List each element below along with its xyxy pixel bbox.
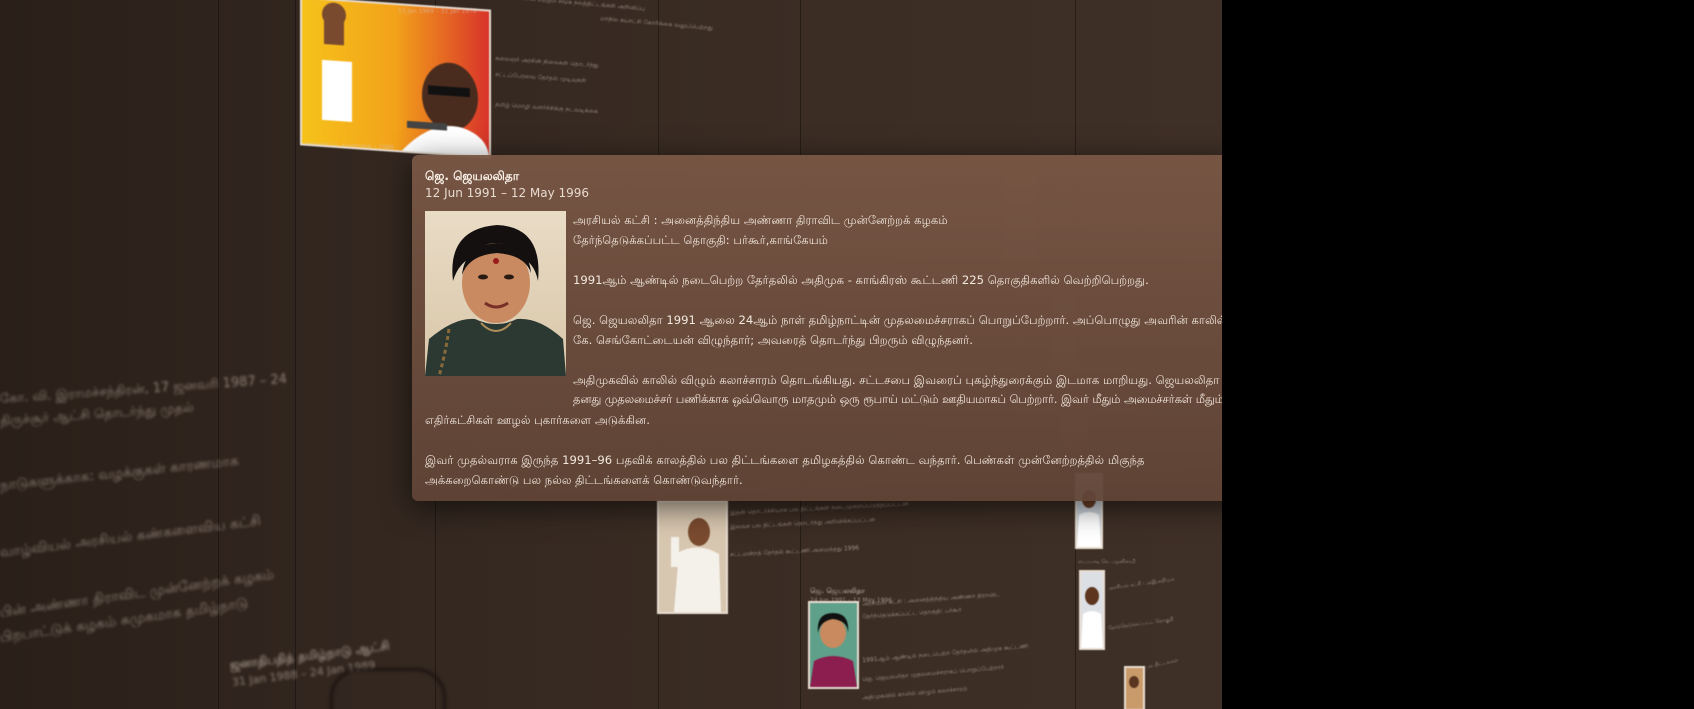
bg-paragraph: கல்வி மற்றும் சமூக நலத்திட்டங்கள் அறிவிப…	[519, 0, 646, 13]
popup-paragraph: அக்கறைகொண்டு பல நல்ல திட்டங்களைக் கொண்டு…	[425, 473, 743, 487]
popup-title: ஜெ. ஜெயலலிதா	[425, 169, 519, 183]
popup-paragraph: தனது முதலமைச்சர் பணிக்காக ஒவ்வொரு மாதமும…	[573, 393, 1222, 406]
popup-paragraph: 1991ஆம் ஆண்டில் நடைபெற்ற தேர்தலில் அதிமு…	[573, 273, 1149, 287]
bg-paragraph: வாழ்வியல் அரசியல் கண்களைவிய கட்சி	[0, 513, 262, 561]
bg-paragraph: இதன் தொடர்ச்சியாக பல திட்டங்கள் நடைமுறைப…	[729, 500, 909, 517]
detail-popup[interactable]: ஜெ. ஜெயலலிதா 12 Jun 1991 – 12 May 1996 அ…	[412, 155, 1222, 501]
jayalalithaa-portrait	[425, 211, 566, 376]
bg-entry-title: ஜெ. ஜெயலலிதா	[810, 587, 865, 595]
popup-party: அரசியல் கட்சி : அனைத்திந்திய அண்ணா திராவ…	[573, 213, 948, 227]
bg-paragraph: அரசியல் கட்சி : அனைத்திந்திய அண்ணா திராவ…	[861, 591, 1001, 608]
timeline-divider	[295, 0, 296, 709]
jayalalithaa-portrait-small[interactable]	[810, 603, 857, 687]
bg-paragraph: ஜெ. ஜெயலலிதா முதலமைச்சராகப் பொறுப்பேற்றா…	[861, 663, 1005, 684]
bg-paragraph: சட்டமன்றத் தேர்தல் கூட்டணி அமைந்தது 1996	[729, 544, 860, 559]
bg-paragraph: நாடுகளுக்காக: வழக்குகள் காரணமாக	[0, 452, 240, 494]
popup-paragraph: அதிமுகவில் காலில் விழும் கலாச்சாரம் தொடங…	[573, 373, 1220, 387]
bg-paragraph: பல திட்டங்கள்	[1144, 657, 1179, 671]
popup-paragraph: ஜெ. ஜெயலலிதா 1991 ஆலை 24ஆம் நாள் தமிழ்நா…	[573, 313, 1222, 327]
bg-paragraph: அதிமுகவில் காலில் விழும் கலாச்சாரம்	[861, 685, 968, 702]
popup-dates: 12 Jun 1991 – 12 May 1996	[425, 186, 590, 200]
leader-portrait[interactable]	[659, 502, 726, 612]
bg-paragraph: 1991ஆம் ஆண்டில் நடைபெற்ற தேர்தலில் அதிமு…	[861, 642, 1029, 665]
popup-constituency: தேர்ந்தெடுக்கப்பட்ட தொகுதி: பர்கூர்,காங்…	[573, 233, 828, 247]
bg-paragraph: தமிழ் மொழி வளர்ச்சிக்கு நடவடிக்கை	[495, 101, 599, 116]
bg-paragraph: மாநில சுயாட்சி கோரிக்கை வலுப்பெற்றது	[599, 15, 714, 32]
bg-paragraph: எடப்பாடி கே. பழனிசாமி	[1078, 559, 1136, 565]
karunanidhi-portrait[interactable]	[302, 0, 489, 157]
popup-paragraph: எதிர்கட்சிகள் ஊழல் புகார்களை அடுக்கின.	[425, 413, 650, 427]
leader-portrait[interactable]	[1081, 572, 1103, 648]
bg-paragraph: கோ. வி. இராமச்சந்திரன், 17 ஜனவரி 1987 – …	[0, 371, 288, 407]
bg-paragraph: தேர்ந்தெடுக்கப்பட்ட தொகுதி: பர்கூர்	[861, 606, 962, 621]
bg-paragraph: இலவச பல திட்டங்கள் தொடர்ந்து அறிவிக்கப்ப…	[729, 516, 876, 531]
bg-paragraph: அரசியல் கட்சி : அஇஅதிமுக	[1107, 576, 1175, 592]
bg-entry-date: 13 Jan 1969 – 31 Jan 1976	[398, 8, 477, 15]
bg-logo-outline	[330, 668, 446, 709]
timeline-viewport[interactable]: கலைஞர் மு. கருணாநிதி – 1969 13 Jan 1969 …	[0, 0, 1222, 709]
popup-paragraph: இவர் முதல்வராக இருந்த 1991–96 பதவிக் கால…	[425, 453, 1145, 467]
bg-paragraph: தேர்ந்தெடுக்கப்பட்ட தொகுதி	[1107, 616, 1175, 632]
popup-paragraph: கே. செங்கோட்டையன் விழுந்தார்; அவரைத் தொட…	[573, 333, 973, 347]
leader-portrait[interactable]	[1126, 668, 1143, 709]
